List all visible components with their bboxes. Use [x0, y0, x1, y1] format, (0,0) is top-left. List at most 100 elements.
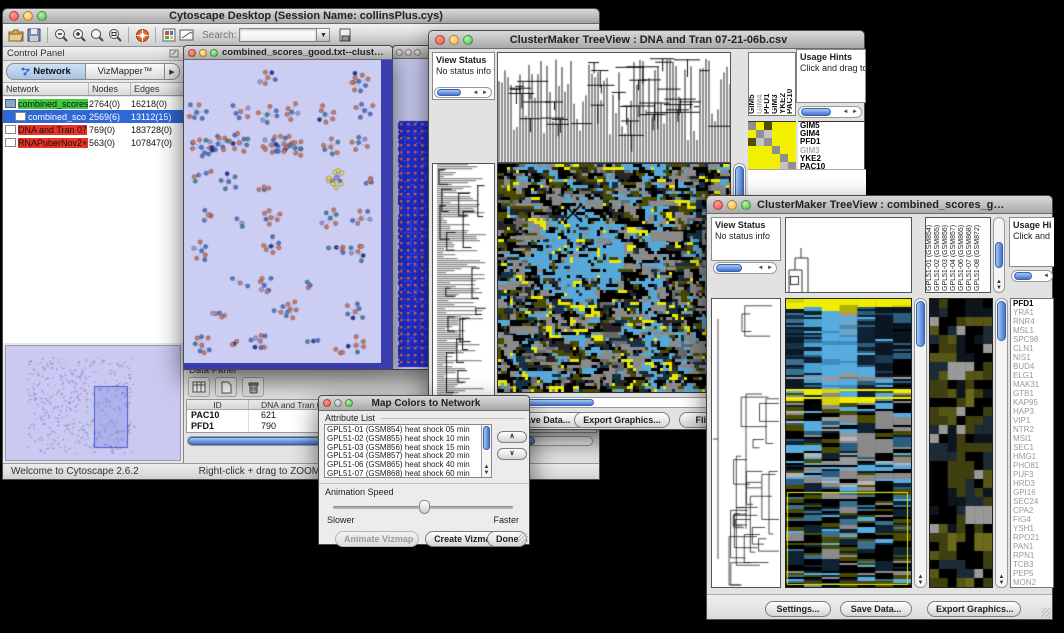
matrix-cell[interactable] — [780, 138, 788, 146]
open-file-icon[interactable] — [7, 27, 25, 44]
rotated-gene-label[interactable]: YKE2 — [780, 53, 788, 115]
close-icon[interactable] — [188, 49, 196, 57]
tab-overflow-button[interactable]: ▶ — [165, 63, 180, 80]
export-graphics-button[interactable]: Export Graphics... — [574, 412, 670, 428]
matrix-cell[interactable] — [780, 154, 788, 162]
gene-label[interactable]: RNR4 — [1013, 317, 1053, 326]
matrix-cell[interactable] — [756, 154, 764, 162]
network-canvas-area[interactable] — [184, 60, 392, 369]
tv1-correlation-matrix[interactable] — [748, 121, 796, 169]
birdseye-view[interactable] — [5, 345, 181, 461]
network-row[interactable]: DNA and Tran 07769(0)183728(0) — [3, 123, 183, 136]
resize-grip[interactable] — [518, 533, 528, 543]
tv2-labels-scrollbar[interactable]: ▲▼ — [993, 217, 1005, 293]
matrix-cell[interactable] — [772, 130, 780, 138]
matrix-cell[interactable] — [748, 154, 756, 162]
tv2-gene-list[interactable]: PFD1YRA1RNR4MSL1SPC98CLN1NIS1BUD4ELG1MAK… — [1010, 298, 1054, 588]
gene-label[interactable]: KAP95 — [1013, 398, 1053, 407]
attribute-list-scrollbar[interactable]: ▲▼ — [481, 425, 491, 477]
gene-label[interactable]: MAK31 — [1013, 380, 1053, 389]
matrix-cell[interactable] — [756, 138, 764, 146]
zoom-window-icon[interactable] — [741, 200, 751, 210]
matrix-cell[interactable] — [788, 154, 796, 162]
rotated-array-label[interactable]: GPL51-01 (GSM854) — [926, 218, 934, 292]
delete-attribute-icon[interactable] — [242, 377, 264, 397]
vizmap-grid-icon[interactable] — [160, 27, 178, 44]
help-icon[interactable] — [133, 27, 151, 44]
animate-vizmap-button[interactable]: Animate Vizmap — [335, 531, 419, 547]
close-icon[interactable] — [713, 200, 723, 210]
tab-vizmapper[interactable]: VizMapper™ — [86, 63, 165, 80]
annotation-icon[interactable] — [178, 27, 196, 44]
matrix-cell[interactable] — [780, 122, 788, 130]
network-row[interactable]: RNAPuberNov2+|563(0)107847(0) — [3, 136, 183, 149]
gene-label[interactable]: TCB3 — [1013, 560, 1053, 569]
move-down-button[interactable]: ∨ — [497, 448, 527, 460]
gene-label[interactable]: CPA2 — [1013, 506, 1053, 515]
gene-label[interactable]: HRD3 — [1013, 479, 1053, 488]
tv1-heatmap[interactable] — [497, 163, 731, 393]
tv2-zoom-heatmap[interactable] — [929, 298, 993, 588]
gene-label[interactable]: ELG1 — [1013, 371, 1053, 380]
gene-label[interactable]: FIG4 — [1013, 515, 1053, 524]
matrix-cell[interactable] — [788, 138, 796, 146]
gene-label[interactable]: CLN1 — [1013, 344, 1053, 353]
dialog-titlebar[interactable]: Map Colors to Network — [319, 396, 529, 411]
col-edges[interactable]: Edges — [131, 83, 183, 95]
matrix-cell[interactable] — [764, 122, 772, 130]
rotated-gene-label[interactable]: GIM3 — [772, 53, 780, 115]
matrix-cell[interactable] — [748, 122, 756, 130]
matrix-cell[interactable] — [772, 146, 780, 154]
matrix-cell[interactable] — [780, 146, 788, 154]
close-icon[interactable] — [396, 49, 403, 56]
minimize-icon[interactable] — [334, 399, 342, 407]
float-panel-icon[interactable] — [169, 45, 179, 63]
network-canvas[interactable] — [184, 60, 381, 363]
rotated-array-label[interactable]: GPL51-06 (GSM865) — [958, 218, 966, 292]
close-icon[interactable] — [323, 399, 331, 407]
tv1-column-dendrogram[interactable] — [497, 52, 731, 163]
zoom-window-icon[interactable] — [414, 49, 421, 56]
attribute-list-item[interactable]: GPL51-07 (GSM868) heat shock 60 min — [327, 470, 489, 478]
matrix-cell[interactable] — [772, 138, 780, 146]
gene-label[interactable]: NTR2 — [1013, 425, 1053, 434]
tab-network[interactable]: Network — [6, 63, 86, 80]
gene-label[interactable]: SEC1 — [1013, 443, 1053, 452]
zoom-out-icon[interactable] — [52, 27, 70, 44]
attribute-listbox[interactable]: GPL51-01 (GSM854) heat shock 05 minGPL51… — [324, 424, 492, 478]
rotated-array-label[interactable]: GPL51-02 (GSM855) — [934, 218, 942, 292]
tv1-usage-scrollbar[interactable]: ◄ ► — [798, 106, 862, 118]
col-network[interactable]: Network — [3, 83, 89, 95]
treeview1-titlebar[interactable]: ClusterMaker TreeView : DNA and Tran 07-… — [429, 31, 864, 49]
minimize-icon[interactable] — [405, 49, 412, 56]
minimize-icon[interactable] — [727, 200, 737, 210]
plugin-manager-icon[interactable] — [336, 27, 354, 44]
matrix-cell[interactable] — [780, 130, 788, 138]
tv1-status-scrollbar[interactable]: ◄ ► — [434, 87, 492, 98]
matrix-cell[interactable] — [764, 154, 772, 162]
minimize-icon[interactable] — [199, 49, 207, 57]
gene-label[interactable]: MON2 — [1013, 578, 1053, 587]
save-icon[interactable] — [25, 27, 43, 44]
treeview2-titlebar[interactable]: ClusterMaker TreeView : combined_scores_… — [707, 196, 1052, 214]
matrix-cell[interactable] — [772, 154, 780, 162]
gene-label[interactable]: RPO21 — [1013, 533, 1053, 542]
data-col-id[interactable]: ID — [187, 400, 249, 409]
network-row[interactable]: combined_sco2569(6)13112(15) — [3, 110, 183, 123]
close-icon[interactable] — [435, 35, 445, 45]
zoom-window-icon[interactable] — [210, 49, 218, 57]
gene-label[interactable]: SPC98 — [1013, 335, 1053, 344]
gene-label[interactable]: YSH1 — [1013, 524, 1053, 533]
minimize-icon[interactable] — [449, 35, 459, 45]
close-icon[interactable] — [9, 11, 19, 21]
matrix-cell[interactable] — [788, 122, 796, 130]
gene-label[interactable]: GTB1 — [1013, 389, 1053, 398]
matrix-cell[interactable] — [756, 146, 764, 154]
search-dropdown-button[interactable]: ▼ — [317, 28, 330, 42]
matrix-cell[interactable] — [764, 146, 772, 154]
col-nodes[interactable]: Nodes — [89, 83, 131, 95]
minimize-icon[interactable] — [23, 11, 33, 21]
zoom-window-icon[interactable] — [463, 35, 473, 45]
main-titlebar[interactable]: Cytoscape Desktop (Session Name: collins… — [3, 9, 599, 24]
rotated-array-label[interactable]: GPL51-08 (GSM872) — [974, 218, 982, 292]
